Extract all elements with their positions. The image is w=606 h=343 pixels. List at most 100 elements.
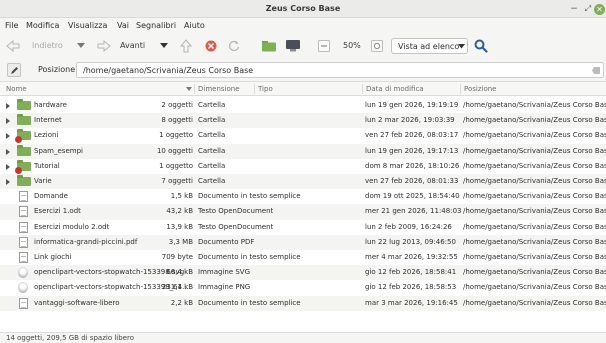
table-row[interactable]: Spam_esempi 10 oggetti Cartella lun 19 gen … [0, 143, 606, 159]
expand-arrow-icon[interactable] [6, 103, 10, 109]
expand-arrow-icon[interactable] [6, 163, 10, 170]
forward-button[interactable]: Avanti [120, 41, 145, 50]
table-row[interactable]: openclipart-vectors-stopwatch-153398.svg… [0, 265, 606, 281]
document-icon [19, 191, 28, 203]
file-size: 2 oggetti [161, 101, 193, 109]
computer-icon[interactable] [286, 40, 300, 52]
file-modified: lun 19 gen 2026, 19:17:13 [365, 146, 459, 155]
search-icon[interactable] [474, 39, 488, 53]
file-location: /home/gaetano/Scrivania/Zeus Corso Bas [463, 253, 606, 261]
file-modified: mar 3 mar 2026, 19:16:45 [365, 298, 458, 307]
table-row[interactable]: Esercizi 1.odt 43,2 kB Testo OpenDocument m… [0, 204, 606, 220]
column-modified[interactable]: Data di modifica [366, 85, 424, 93]
minimize-icon[interactable]: − [568, 3, 580, 15]
table-row[interactable]: Internet 8 oggetti Cartella lun 2 mar 2026,… [0, 113, 606, 129]
zoom-out-icon[interactable] [318, 40, 330, 52]
menu-visualizza[interactable]: Visualizza [68, 21, 107, 30]
table-row[interactable]: Domande 1,5 kB Documento in testo semplice… [0, 189, 606, 204]
image-icon [18, 267, 28, 279]
file-location: /home/gaetano/Scrivania/Zeus Corso Bas [463, 237, 606, 246]
menu-file[interactable]: File [5, 21, 18, 30]
folder-icon [17, 99, 31, 110]
back-history-chevron-icon[interactable] [77, 43, 85, 49]
column-name[interactable]: Nome [6, 85, 27, 93]
zoom-level: 50% [343, 41, 361, 50]
file-modified: lun 22 lug 2013, 09:46:50 [365, 237, 456, 246]
expand-arrow-icon[interactable] [6, 148, 10, 155]
view-mode-label: Vista ad elenco [398, 42, 460, 51]
file-location: /home/gaetano/Scrivania/Zeus Corso Bas [463, 268, 606, 277]
forward-history-chevron-icon[interactable] [160, 43, 168, 49]
image-icon [18, 282, 28, 294]
document-icon [19, 252, 28, 263]
expand-arrow-icon[interactable] [6, 118, 10, 125]
file-modified: gio 12 feb 2026, 18:58:41 [365, 268, 457, 277]
file-location: /home/gaetano/Scrivania/Zeus Corso Bas [463, 131, 606, 140]
table-row[interactable]: vantaggi-software-libero 2,2 kB Documento … [0, 295, 606, 311]
table-row[interactable]: informatica-grandi-piccini.pdf 3,3 MB Docu… [0, 234, 606, 250]
expand-arrow-icon[interactable] [6, 179, 10, 185]
file-name: Internet [34, 116, 62, 125]
back-button[interactable]: Indietro [32, 41, 63, 50]
location-path: /home/gaetano/Scrivania/Zeus Corso Base [83, 66, 254, 75]
location-input[interactable]: /home/gaetano/Scrivania/Zeus Corso Base [76, 62, 604, 78]
table-row[interactable]: Tutorial 1 oggetto Cartella dom 8 mar 2026,… [0, 159, 606, 174]
file-size: 66,4 kB [166, 268, 193, 277]
edit-pencil-icon [11, 67, 18, 74]
file-name: Link giochi [34, 253, 72, 261]
file-modified: gio 12 feb 2026, 18:58:53 [365, 283, 457, 292]
clear-location-icon[interactable] [592, 67, 600, 74]
location-label: Posizione: [38, 65, 78, 74]
file-modified: lun 2 feb 2009, 16:24:26 [365, 222, 452, 231]
table-row[interactable]: Link giochi 709 byte Documento in testo se… [0, 250, 606, 265]
file-location: /home/gaetano/Scrivania/Zeus Corso Bas [463, 207, 606, 216]
file-location: /home/gaetano/Scrivania/Zeus Corso Bas [463, 222, 606, 231]
file-type: Documento in testo semplice [198, 298, 301, 307]
up-arrow-icon[interactable] [180, 39, 192, 53]
document-icon [19, 206, 28, 218]
table-row[interactable]: Varie 7 oggetti Cartella ven 27 feb 2026, 0… [0, 174, 606, 190]
file-size: 709 byte [161, 253, 193, 261]
menu-modifica[interactable]: Modifica [26, 21, 59, 30]
forward-arrow-icon[interactable] [97, 40, 111, 52]
home-folder-icon[interactable] [262, 40, 276, 52]
file-location: /home/gaetano/Scrivania/Zeus Corso Bas [463, 116, 606, 125]
maximize-icon[interactable]: ⤢ [582, 3, 594, 15]
column-type[interactable]: Tipo [258, 85, 273, 93]
file-location: /home/gaetano/Scrivania/Zeus Corso Bas [463, 177, 606, 185]
expand-arrow-icon[interactable] [6, 133, 10, 140]
zoom-in-icon[interactable] [371, 40, 383, 52]
file-type: Cartella [198, 101, 226, 109]
toggle-location-button[interactable] [7, 63, 21, 77]
column-location[interactable]: Posizione [464, 85, 497, 93]
file-type: Documento in testo semplice [198, 192, 301, 201]
reload-icon[interactable] [228, 40, 240, 52]
table-row[interactable]: Esercizi modulo 2.odt 13,9 kB Testo OpenDo… [0, 220, 606, 235]
file-location: /home/gaetano/Scrivania/Zeus Corso Bas [463, 161, 606, 170]
file-modified: dom 8 mar 2026, 18:10:26 [365, 161, 460, 170]
menu-segnalibri[interactable]: Segnalibri [136, 21, 176, 30]
menu-vai[interactable]: Vai [117, 21, 129, 30]
table-row[interactable]: openclipart-vectors-stopwatch-153398_64.… [0, 280, 606, 295]
file-name: openclipart-vectors-stopwatch-153398.svg [34, 268, 185, 277]
table-row[interactable]: hardware 2 oggetti Cartella lun 19 gen 2026… [0, 98, 606, 113]
file-name: Lezioni [34, 131, 59, 140]
file-type: Testo OpenDocument [198, 222, 274, 231]
file-location: /home/gaetano/Scrivania/Zeus Corso Bas [463, 101, 606, 109]
document-icon [19, 297, 28, 309]
file-name: Esercizi 1.odt [34, 207, 81, 216]
folder-icon [17, 114, 31, 126]
column-size[interactable]: Dimensione [198, 85, 240, 93]
close-icon[interactable]: ✕ [594, 4, 605, 15]
table-row[interactable]: Lezioni 1 oggetto Cartella ven 27 feb 2026,… [0, 128, 606, 144]
file-size: 7 oggetti [161, 177, 193, 185]
stop-icon[interactable] [205, 40, 217, 52]
title-bar: Zeus Corso Base − ⤢ ✕ [0, 0, 606, 18]
view-mode-select[interactable]: Vista ad elenco [391, 38, 468, 54]
file-size: 8 oggetti [161, 116, 193, 125]
menu-bar: File Modifica Visualizza Vai Segnalibri … [0, 18, 606, 34]
file-size: 1,5 kB [170, 192, 193, 201]
file-modified: mer 21 gen 2026, 11:48:03 [365, 207, 462, 216]
back-arrow-icon[interactable] [6, 40, 20, 52]
menu-aiuto[interactable]: Aiuto [184, 21, 205, 30]
